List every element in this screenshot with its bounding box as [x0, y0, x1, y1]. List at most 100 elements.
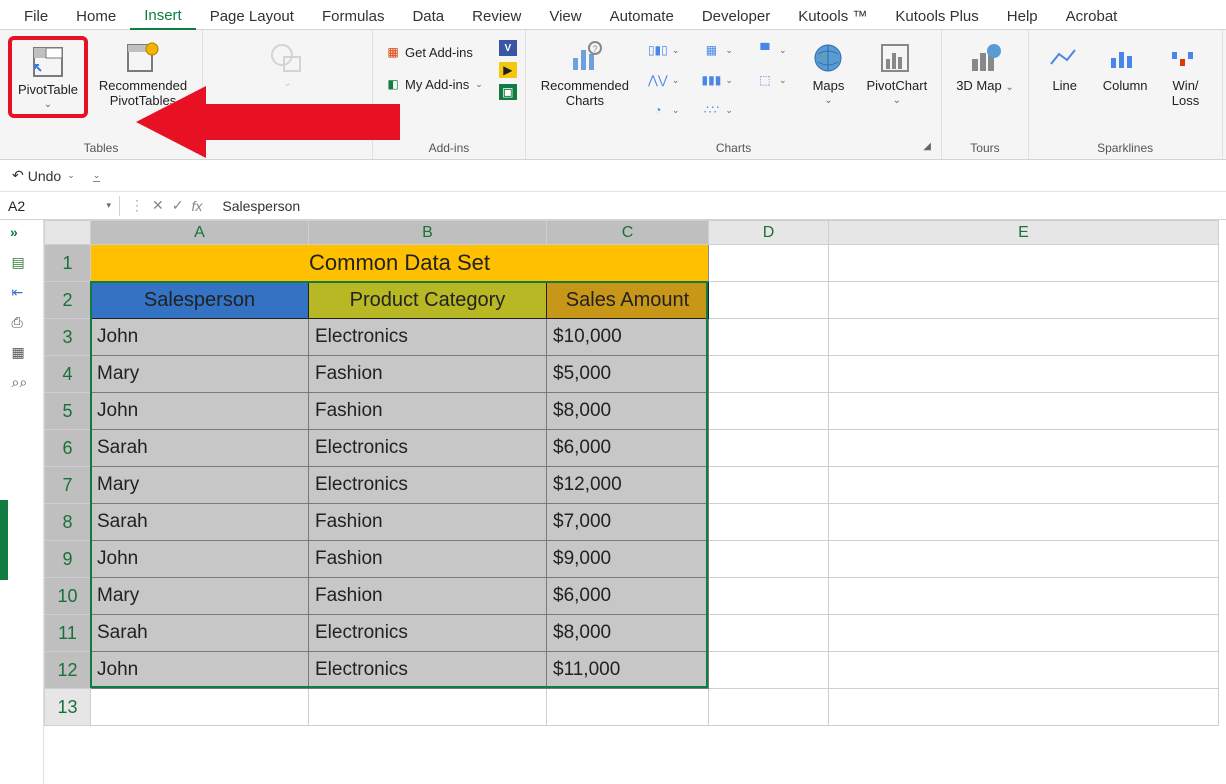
- empty-cell[interactable]: [309, 689, 547, 726]
- data-cell[interactable]: Sarah: [91, 430, 309, 467]
- expand-handle-icon[interactable]: »: [10, 224, 18, 240]
- visio-icon[interactable]: V: [499, 40, 517, 56]
- data-cell[interactable]: John: [91, 319, 309, 356]
- sparkline-line-button[interactable]: Line: [1037, 36, 1093, 97]
- empty-cell[interactable]: [829, 578, 1219, 615]
- table-header-sales-amount[interactable]: Sales Amount: [547, 282, 709, 319]
- empty-cell[interactable]: [829, 393, 1219, 430]
- empty-cell[interactable]: [829, 541, 1219, 578]
- data-cell[interactable]: Fashion: [309, 541, 547, 578]
- empty-cell[interactable]: [709, 393, 829, 430]
- chart-waterfall-button[interactable]: ▝▘⌄: [753, 40, 791, 60]
- data-cell[interactable]: $8,000: [547, 615, 709, 652]
- nav-grid-icon[interactable]: ▦: [12, 344, 32, 360]
- data-cell[interactable]: $6,000: [547, 578, 709, 615]
- nav-import-icon[interactable]: ⇤: [12, 284, 32, 300]
- row-header-11[interactable]: 11: [45, 615, 91, 652]
- data-cell[interactable]: Electronics: [309, 615, 547, 652]
- table-header-product-category[interactable]: Product Category: [309, 282, 547, 319]
- menu-tab-kutools-[interactable]: Kutools ™: [784, 4, 881, 29]
- bing-icon[interactable]: ▶: [499, 62, 517, 78]
- get-addins-button[interactable]: ▦ Get Add-ins: [381, 42, 487, 62]
- menu-tab-acrobat[interactable]: Acrobat: [1052, 4, 1132, 29]
- chart-column-button[interactable]: ▯▮▯⌄: [646, 40, 684, 60]
- empty-cell[interactable]: [709, 319, 829, 356]
- row-header-10[interactable]: 10: [45, 578, 91, 615]
- sparkline-column-button[interactable]: Column: [1097, 36, 1154, 97]
- empty-cell[interactable]: [829, 652, 1219, 689]
- empty-cell[interactable]: [829, 282, 1219, 319]
- data-cell[interactable]: $5,000: [547, 356, 709, 393]
- data-cell[interactable]: Fashion: [309, 356, 547, 393]
- empty-cell[interactable]: [829, 615, 1219, 652]
- menu-tab-help[interactable]: Help: [993, 4, 1052, 29]
- row-header-7[interactable]: 7: [45, 467, 91, 504]
- data-cell[interactable]: Sarah: [91, 504, 309, 541]
- empty-cell[interactable]: [829, 430, 1219, 467]
- menu-tab-formulas[interactable]: Formulas: [308, 4, 399, 29]
- column-header-A[interactable]: A: [91, 221, 309, 245]
- data-cell[interactable]: John: [91, 541, 309, 578]
- row-header-5[interactable]: 5: [45, 393, 91, 430]
- cancel-formula-icon[interactable]: ✕: [152, 197, 164, 214]
- empty-cell[interactable]: [709, 245, 829, 282]
- data-cell[interactable]: $10,000: [547, 319, 709, 356]
- empty-cell[interactable]: [829, 245, 1219, 282]
- data-cell[interactable]: Mary: [91, 578, 309, 615]
- maps-button[interactable]: Maps ⌄: [800, 36, 856, 110]
- data-cell[interactable]: $11,000: [547, 652, 709, 689]
- empty-cell[interactable]: [709, 467, 829, 504]
- nav-find-icon[interactable]: ⌕⌕: [12, 374, 32, 390]
- formula-input[interactable]: [212, 196, 1226, 216]
- column-header-D[interactable]: D: [709, 221, 829, 245]
- data-cell[interactable]: Mary: [91, 356, 309, 393]
- data-cell[interactable]: $12,000: [547, 467, 709, 504]
- menu-tab-kutools-plus[interactable]: Kutools Plus: [881, 4, 992, 29]
- empty-cell[interactable]: [709, 578, 829, 615]
- data-cell[interactable]: Mary: [91, 467, 309, 504]
- data-cell[interactable]: Fashion: [309, 393, 547, 430]
- column-header-E[interactable]: E: [829, 221, 1219, 245]
- empty-cell[interactable]: [829, 689, 1219, 726]
- enter-formula-icon[interactable]: ✓: [172, 197, 184, 214]
- recommended-charts-button[interactable]: ? Recommended Charts: [534, 36, 636, 112]
- data-cell[interactable]: John: [91, 652, 309, 689]
- row-header-6[interactable]: 6: [45, 430, 91, 467]
- row-header-12[interactable]: 12: [45, 652, 91, 689]
- menu-tab-home[interactable]: Home: [62, 4, 130, 29]
- my-addins-button[interactable]: ◧ My Add-ins ⌄: [381, 74, 487, 94]
- data-cell[interactable]: $7,000: [547, 504, 709, 541]
- menu-tab-view[interactable]: View: [535, 4, 595, 29]
- chart-combo-button[interactable]: ⬚⌄: [753, 70, 791, 90]
- data-cell[interactable]: Sarah: [91, 615, 309, 652]
- sparkline-winloss-button[interactable]: Win/ Loss: [1158, 36, 1214, 112]
- menu-tab-insert[interactable]: Insert: [130, 3, 196, 31]
- row-header-3[interactable]: 3: [45, 319, 91, 356]
- undo-button[interactable]: ↶ Undo ⌄: [12, 167, 75, 184]
- chart-line-button[interactable]: ⋀⋁⌄: [646, 70, 684, 90]
- empty-cell[interactable]: [547, 689, 709, 726]
- pivotchart-button[interactable]: PivotChart ⌄: [860, 36, 933, 110]
- column-header-C[interactable]: C: [547, 221, 709, 245]
- row-header-9[interactable]: 9: [45, 541, 91, 578]
- row-header-1[interactable]: 1: [45, 245, 91, 282]
- empty-cell[interactable]: [829, 356, 1219, 393]
- fx-icon[interactable]: fx: [191, 198, 202, 214]
- pivottable-button[interactable]: PivotTable ⌄: [8, 36, 88, 118]
- title-cell[interactable]: Common Data Set: [91, 245, 709, 282]
- empty-cell[interactable]: [709, 356, 829, 393]
- data-cell[interactable]: Electronics: [309, 652, 547, 689]
- people-icon[interactable]: ▣: [499, 84, 517, 100]
- row-header-4[interactable]: 4: [45, 356, 91, 393]
- empty-cell[interactable]: [709, 282, 829, 319]
- data-cell[interactable]: $9,000: [547, 541, 709, 578]
- empty-cell[interactable]: [829, 319, 1219, 356]
- chart-hierarchy-button[interactable]: ▦⌄: [699, 40, 737, 60]
- menu-tab-file[interactable]: File: [10, 4, 62, 29]
- nav-print-icon[interactable]: ⎙: [12, 314, 32, 330]
- data-cell[interactable]: $6,000: [547, 430, 709, 467]
- column-header-B[interactable]: B: [309, 221, 547, 245]
- data-cell[interactable]: Electronics: [309, 430, 547, 467]
- name-box[interactable]: A2 ▾: [0, 196, 120, 216]
- data-cell[interactable]: Fashion: [309, 504, 547, 541]
